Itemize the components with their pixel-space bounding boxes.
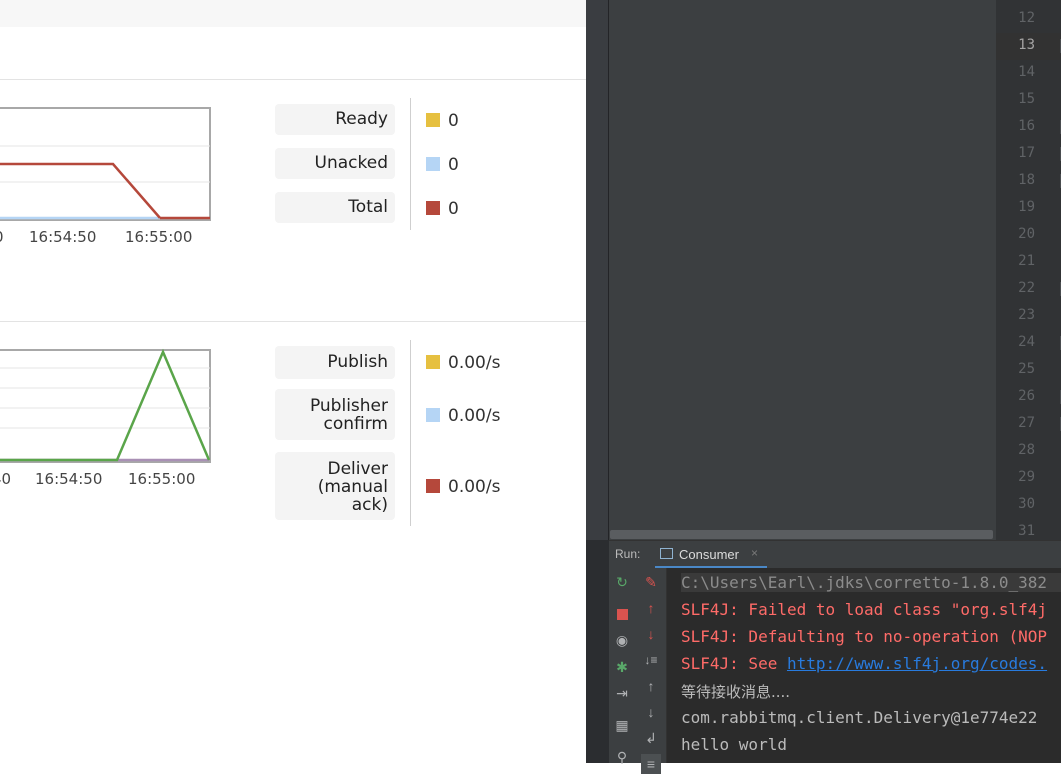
x-tick-label: 40: [0, 470, 12, 488]
console-line: 等待接收消息....: [681, 683, 791, 701]
run-tab-consumer[interactable]: Consumer ×: [655, 541, 767, 569]
x-tick-label: 16:54:50: [29, 228, 97, 246]
line-number: 27: [1018, 415, 1035, 431]
console-output[interactable]: C:\Users\Earl\.jdks\corretto-1.8.0_382 S…: [667, 568, 1061, 763]
console-text: SLF4J: See: [681, 654, 787, 673]
line-number-gutter: 12 13 14 15 16 17 18 19 20 21 22 23 24 25 26 27 28 29 30 31: [996, 0, 1061, 540]
run-tools-left: ↻ ◉ ✱ ⇥ ▦ ⚲: [609, 568, 635, 765]
line-number: 28: [1018, 442, 1035, 458]
console-line: SLF4J: Failed to load class "org.slf4j: [681, 600, 1048, 619]
up-icon[interactable]: ↑: [641, 598, 661, 618]
run-toolbar: Run: Consumer ×: [609, 540, 1061, 569]
rabbitmq-queue-page: 0 16:54:50 16:55:00 Ready Unacked Total …: [0, 0, 586, 763]
legend-label-publisher-confirm: Publisher confirm: [275, 389, 395, 440]
run-tools-right: ✎ ↑ ↓ ↓≡ ↑ ↓ ↲ ≡: [635, 568, 667, 774]
code-editor[interactable]: [609, 0, 996, 540]
legend-swatch: [426, 157, 440, 171]
line-number: 23: [1018, 307, 1035, 323]
line-number: 26: [1018, 388, 1035, 404]
x-tick-label: 0: [0, 228, 4, 246]
down-icon[interactable]: ↓: [641, 624, 661, 644]
legend-separator: [410, 98, 411, 230]
line-number: 17: [1018, 145, 1035, 161]
line-number: 21: [1018, 253, 1035, 269]
section-divider: [0, 321, 586, 322]
legend-value-text: 0: [448, 111, 459, 131]
line-number: 19: [1018, 199, 1035, 215]
line-number: 20: [1018, 226, 1035, 242]
console-line: SLF4J: Defaulting to no-operation (NOP: [681, 627, 1048, 646]
legend-value-text: 0.00/s: [448, 353, 501, 373]
console-line: C:\Users\Earl\.jdks\corretto-1.8.0_382: [681, 573, 1061, 592]
legend-swatch: [426, 201, 440, 215]
camera-icon[interactable]: ◉: [612, 630, 632, 650]
legend-label-publish: Publish: [275, 346, 395, 379]
section-divider: [0, 79, 586, 80]
filter-icon[interactable]: ≡: [641, 754, 661, 774]
line-number: 24: [1018, 334, 1035, 350]
x-tick-label: 16:55:00: [125, 228, 193, 246]
x-tick-label: 16:54:50: [35, 470, 103, 488]
bug-icon[interactable]: ✱: [612, 657, 632, 677]
legend-value-text: 0.00/s: [448, 477, 501, 497]
line-number: 15: [1018, 91, 1035, 107]
exit-icon[interactable]: ⇥: [612, 683, 632, 703]
stop-icon[interactable]: [612, 604, 632, 624]
line-number: 25: [1018, 361, 1035, 377]
line-number: 18: [1018, 172, 1035, 188]
legend-value-total: 0: [426, 199, 459, 219]
plot-frame: [0, 349, 211, 463]
clear-icon[interactable]: ✎: [641, 572, 661, 592]
top-strip: [0, 0, 586, 27]
editor-horizontal-scrollbar[interactable]: [610, 530, 993, 539]
legend-label-ready: Ready: [275, 104, 395, 135]
legend-label-deliver-manual-ack: Deliver (manual ack): [275, 452, 395, 520]
ide-window: 12 13 14 15 16 17 18 19 20 21 22 23 24 25 26 27 28 29 30 31…: [586, 0, 1061, 774]
x-tick-label: 16:55:00: [128, 470, 196, 488]
legend-swatch: [426, 355, 440, 369]
console-line: com.rabbitmq.client.Delivery@1e774e22: [681, 708, 1038, 727]
legend-swatch: [426, 479, 440, 493]
sort-icon[interactable]: ↓≡: [641, 650, 661, 670]
legend-value-ready: 0: [426, 111, 459, 131]
message-rates-chart: [0, 348, 212, 464]
line-number: 31: [1018, 523, 1035, 539]
wrap-icon[interactable]: ↲: [641, 728, 661, 748]
legend-value-deliver-manual-ack: 0.00/s: [426, 477, 500, 497]
queued-messages-chart-svg: [0, 107, 211, 221]
pin-icon[interactable]: ⚲: [612, 747, 632, 767]
close-icon[interactable]: ×: [751, 546, 758, 560]
scroll-up-icon[interactable]: ↑: [641, 676, 661, 696]
line-number: 16: [1018, 118, 1035, 134]
legend-label-unacked: Unacked: [275, 148, 395, 179]
rerun-icon[interactable]: ↻: [612, 572, 632, 592]
console-line: SLF4J: See http://www.slf4j.org/codes.: [681, 654, 1047, 673]
run-label: Run:: [615, 547, 641, 561]
line-number: 13: [1018, 37, 1035, 53]
layout-icon[interactable]: ▦: [612, 715, 632, 735]
legend-value-text: 0.00/s: [448, 406, 501, 426]
console-tab-icon: [660, 548, 673, 559]
legend-swatch: [426, 408, 440, 422]
legend-value-publisher-confirm: 0.00/s: [426, 406, 500, 426]
run-tab-label: Consumer: [679, 547, 739, 562]
queued-messages-chart: [0, 106, 212, 222]
legend-value-text: 0: [448, 155, 459, 175]
legend-value-unacked: 0: [426, 155, 459, 175]
legend-swatch: [426, 113, 440, 127]
legend-label-total: Total: [275, 192, 395, 223]
line-number: 22: [1018, 280, 1035, 296]
line-number: 30: [1018, 496, 1035, 512]
legend-separator: [410, 340, 411, 526]
line-number: 12: [1018, 10, 1035, 26]
line-number: 29: [1018, 469, 1035, 485]
scroll-down-icon[interactable]: ↓: [641, 702, 661, 722]
console-link[interactable]: http://www.slf4j.org/codes.: [787, 654, 1047, 673]
message-rates-chart-svg: [0, 348, 211, 463]
legend-value-text: 0: [448, 199, 459, 219]
console-line: hello world: [681, 735, 787, 754]
ide-side-strip: [586, 0, 609, 540]
line-number: 14: [1018, 64, 1035, 80]
legend-value-publish: 0.00/s: [426, 353, 500, 373]
